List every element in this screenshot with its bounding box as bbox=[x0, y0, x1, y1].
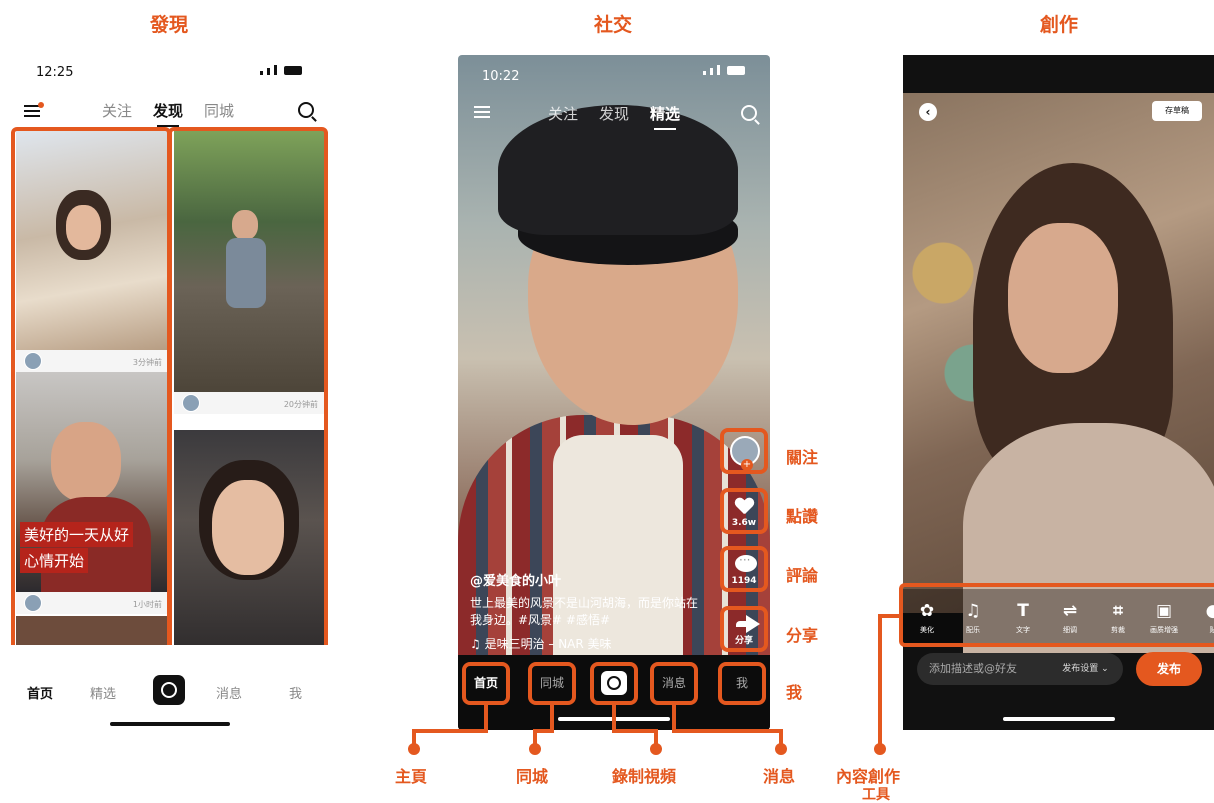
like-button[interactable]: 3.6w bbox=[720, 488, 768, 534]
annotation-comment: 評論 bbox=[786, 566, 819, 585]
tab-follow[interactable]: 关注 bbox=[102, 100, 132, 121]
infographic: 發現 社交 創作 12:25 关注 发现 同城 3分钟前 美好的一天从好 心情开… bbox=[0, 0, 1214, 803]
connector-line bbox=[672, 705, 676, 732]
connector-line bbox=[878, 614, 882, 745]
feed-column-highlight bbox=[168, 127, 328, 667]
annotation-record: 錄制視頻 bbox=[612, 767, 677, 786]
nav-home[interactable]: 首页 bbox=[27, 683, 53, 702]
tab-follow[interactable]: 关注 bbox=[548, 103, 578, 124]
connector-line bbox=[550, 705, 554, 732]
annotation-home: 主頁 bbox=[395, 767, 428, 786]
connector-line bbox=[612, 729, 656, 733]
feed-column-highlight bbox=[11, 127, 171, 667]
search-icon[interactable] bbox=[741, 105, 757, 121]
connector-line bbox=[484, 705, 488, 732]
tab-discover[interactable]: 发现 bbox=[153, 100, 183, 127]
record-button[interactable] bbox=[590, 662, 638, 705]
connector-line bbox=[672, 729, 782, 733]
annotation-nearby: 同城 bbox=[516, 767, 549, 786]
connector-dot bbox=[408, 743, 420, 755]
tab-discover[interactable]: 发现 bbox=[599, 103, 629, 124]
nav-featured[interactable]: 精选 bbox=[90, 683, 116, 702]
camera-button[interactable] bbox=[153, 675, 185, 705]
connector-dot bbox=[874, 743, 886, 755]
save-draft-button[interactable]: 存草稿 bbox=[1152, 101, 1202, 121]
menu-icon[interactable] bbox=[24, 102, 44, 117]
tab-nearby[interactable]: 同城 bbox=[204, 100, 234, 121]
discover-phone: 12:25 关注 发现 同城 3分钟前 美好的一天从好 心情开始 1小时前 20… bbox=[10, 55, 328, 740]
comment-icon bbox=[735, 553, 757, 572]
nav-messages[interactable]: 消息 bbox=[650, 662, 698, 705]
toolbar-highlight bbox=[899, 583, 1214, 647]
video-username[interactable]: @爱美食的小叶 bbox=[470, 570, 561, 589]
comment-button[interactable]: 1194 bbox=[720, 546, 768, 592]
nav-messages[interactable]: 消息 bbox=[216, 683, 242, 702]
camera-icon bbox=[601, 671, 627, 695]
connector-dot bbox=[650, 743, 662, 755]
social-phone: 10:22 关注 发现 精选 + 3.6w 1194 分享 @爱美食的小叶 世上… bbox=[458, 55, 770, 730]
share-icon bbox=[736, 615, 760, 633]
status-icons bbox=[260, 65, 302, 75]
share-button[interactable]: 分享 bbox=[720, 606, 768, 652]
share-label: 分享 bbox=[734, 636, 753, 646]
menu-icon[interactable] bbox=[474, 106, 490, 118]
nav-me[interactable]: 我 bbox=[289, 683, 302, 702]
publish-settings-button[interactable]: 发布设置 ⌄ bbox=[1048, 653, 1123, 685]
music-info[interactable]: ♫ 是味三明治 – NAR 美味 bbox=[470, 635, 612, 652]
top-nav: 关注 发现 同城 bbox=[10, 100, 328, 127]
annotation-tools: 工具 bbox=[862, 787, 890, 803]
tab-featured[interactable]: 精选 bbox=[650, 103, 680, 130]
connector-line bbox=[612, 705, 616, 732]
publish-button[interactable]: 发布 bbox=[1136, 652, 1202, 686]
nav-home[interactable]: 首页 bbox=[462, 662, 510, 705]
search-icon[interactable] bbox=[298, 102, 314, 118]
edit-preview bbox=[903, 93, 1214, 653]
connector-line bbox=[412, 729, 488, 733]
annotation-messages: 消息 bbox=[763, 767, 796, 786]
video-description: 世上最美的风景不是山河胡海，而是你站在我身边。#风景# #感悟# bbox=[470, 596, 699, 627]
social-title: 社交 bbox=[594, 14, 633, 36]
create-title: 創作 bbox=[1040, 14, 1079, 36]
home-indicator bbox=[1003, 717, 1115, 721]
nav-me[interactable]: 我 bbox=[718, 662, 766, 705]
like-count: 3.6w bbox=[731, 518, 757, 528]
bottom-nav: 首页 精选 消息 我 bbox=[10, 645, 328, 735]
annotation-me: 我 bbox=[786, 683, 803, 702]
heart-icon bbox=[735, 498, 753, 514]
plus-icon: + bbox=[741, 459, 753, 471]
annotation-share: 分享 bbox=[786, 626, 819, 645]
back-icon[interactable]: ‹ bbox=[919, 103, 937, 121]
status-time: 10:22 bbox=[482, 69, 520, 84]
annotation-like: 點讚 bbox=[786, 507, 819, 526]
connector-dot bbox=[775, 743, 787, 755]
follow-button[interactable]: + bbox=[720, 428, 768, 474]
home-indicator bbox=[110, 722, 230, 726]
status-time: 12:25 bbox=[36, 65, 74, 80]
connector-dot bbox=[529, 743, 541, 755]
battery-icon bbox=[284, 66, 302, 75]
annotation-follow: 關注 bbox=[786, 448, 819, 467]
status-icons bbox=[703, 65, 745, 75]
discover-title: 發現 bbox=[150, 14, 189, 36]
comment-count: 1194 bbox=[731, 576, 757, 586]
battery-icon bbox=[727, 66, 745, 75]
nav-nearby[interactable]: 同城 bbox=[528, 662, 576, 705]
